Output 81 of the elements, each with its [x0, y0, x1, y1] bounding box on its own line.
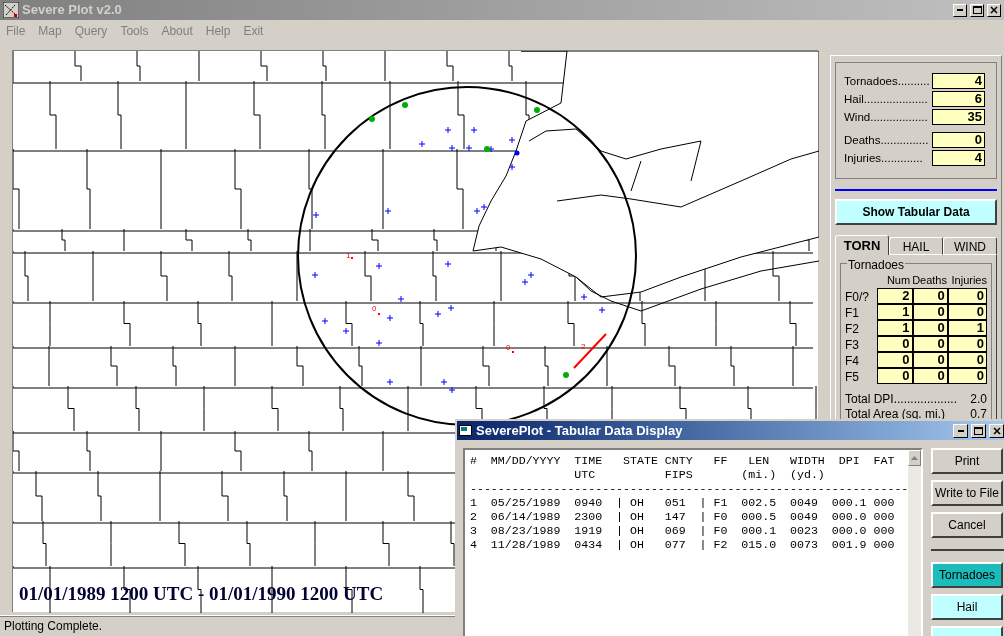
summary-label: Tornadoes..........	[844, 74, 931, 89]
column-header: Injuries	[950, 273, 987, 288]
row-label: F1	[845, 305, 860, 320]
tab[interactable]: TORN	[835, 235, 889, 255]
value-cell: 4	[932, 150, 985, 166]
value-cell: 0	[877, 352, 913, 368]
data-row-text: 3 08/23/1989 1919 | OH 069 | F0 000.1 0023 000.0 000	[470, 524, 896, 538]
summary-label: Deaths...............	[844, 133, 930, 148]
minimize-icon	[957, 429, 964, 432]
total-label: Total DPI...................	[845, 391, 958, 405]
column-header-line: UTC FIPS (mi.) (yd.)	[573, 468, 826, 482]
close-icon	[990, 6, 998, 14]
value-cell: 0	[947, 352, 987, 368]
row-label: F4	[845, 353, 860, 368]
value-cell: 0	[947, 304, 987, 320]
value-cell: 0	[912, 288, 948, 304]
value-cell: 0	[947, 288, 987, 304]
value-cell: 0	[912, 352, 948, 368]
value-cell: 0	[912, 368, 948, 384]
data-row-text: 2 06/14/1989 2300 | OH 147 | F0 000.5 0049 000.0 000	[470, 510, 896, 524]
maximize-icon	[974, 426, 983, 435]
summary-label: Hail....................	[844, 92, 929, 107]
maximize-button[interactable]	[970, 3, 984, 17]
tab[interactable]: HAIL	[889, 237, 943, 255]
date-range-label: 01/01/1989 1200 UTC - 01/01/1990 1200 UTC	[19, 581, 384, 606]
minimize-button[interactable]	[953, 423, 968, 438]
dialog-button[interactable]: Cancel	[931, 512, 1003, 538]
up-arrow-icon	[911, 456, 919, 460]
dialog-title: SeverePlot - Tabular Data Display	[476, 421, 684, 440]
row-label: F0/?	[845, 289, 870, 304]
value-cell: 4	[932, 73, 985, 89]
value-cell: 0	[947, 336, 987, 352]
dialog-button[interactable]: Print	[931, 448, 1003, 474]
data-row-text: 4 11/28/1989 0434 | OH 077 | F2 015.0 0073 001.9 000	[470, 538, 896, 552]
summary-label: Wind..................	[844, 110, 929, 125]
value-cell: 0	[877, 368, 913, 384]
tornado-rating-label: 1	[346, 251, 351, 260]
scrollbar[interactable]	[908, 450, 921, 636]
close-button[interactable]	[987, 3, 1001, 17]
total-value: 2.0	[970, 391, 987, 405]
minimize-icon	[957, 9, 963, 11]
value-cell: 1	[947, 320, 987, 336]
close-icon	[992, 426, 1001, 435]
data-row-text: 1 05/25/1989 0940 | OH 051 | F1 002.5 0049 000.1 000	[470, 496, 896, 510]
value-cell: 1	[877, 304, 913, 320]
row-label: F3	[845, 337, 860, 352]
tornado-rating-label: 0	[506, 343, 511, 352]
window-icon	[459, 424, 473, 437]
category-toggle-button[interactable]: Tornadoes	[931, 562, 1003, 588]
scroll-up-button[interactable]	[908, 450, 921, 466]
value-cell: 0	[932, 132, 985, 148]
dialog-button[interactable]: Write to File	[931, 480, 1003, 506]
minimize-button[interactable]	[953, 3, 967, 17]
column-header-line: # MM/DD/YYYY TIME STATE CNTY FF LEN WIDTH DPI FAT	[470, 454, 896, 468]
value-cell: 35	[932, 109, 985, 125]
tornado-rating-label: 2	[581, 342, 586, 351]
value-cell: 2	[877, 288, 913, 304]
value-cell: 0	[877, 336, 913, 352]
close-button[interactable]	[989, 423, 1004, 438]
row-label: F5	[845, 369, 860, 384]
tab[interactable]: WIND	[943, 237, 997, 255]
show-tabular-data-button[interactable]: Show Tabular Data	[835, 199, 997, 225]
column-header: Num	[885, 273, 912, 288]
column-header: Deaths	[912, 273, 948, 288]
category-toggle-button[interactable]: Hail	[931, 594, 1003, 620]
row-label: F2	[845, 321, 860, 336]
value-cell: 0	[912, 336, 948, 352]
status-text: Plotting Complete.	[4, 618, 103, 635]
app-icon	[3, 2, 19, 18]
value-cell: 1	[877, 320, 913, 336]
value-cell: 6	[932, 91, 985, 107]
summary-label: Injuries.............	[844, 151, 924, 166]
value-cell: 0	[912, 320, 948, 336]
value-cell: 0	[947, 368, 987, 384]
value-cell: 0	[912, 304, 948, 320]
maximize-button[interactable]	[971, 423, 986, 438]
total-value: 0.7	[970, 406, 987, 420]
maximize-icon	[972, 6, 982, 14]
window-title: Severe Plot v2.0	[22, 1, 123, 20]
tornado-rating-label: 0	[372, 304, 377, 313]
separator-line: ---------------------------------------------------------------	[470, 482, 909, 496]
